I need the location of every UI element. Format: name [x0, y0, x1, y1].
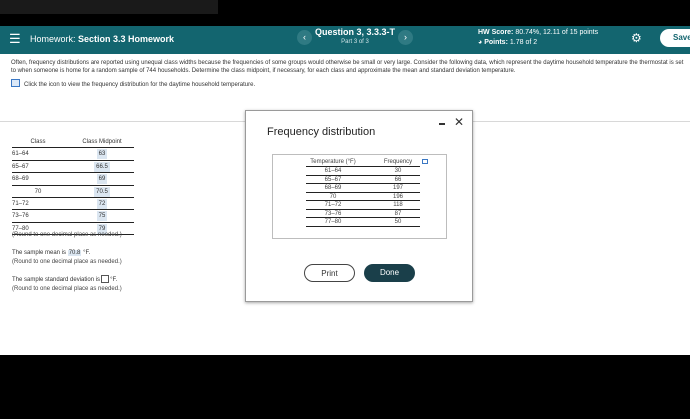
frequency-link-text: Click the icon to view the frequency dis… [24, 82, 256, 88]
gear-icon[interactable]: ⚙ [631, 31, 642, 45]
frequency-dialog: Frequency distribution ✕ Temperature (°F… [245, 110, 473, 302]
table-icon[interactable] [11, 79, 20, 87]
points-value: 1.78 of 2 [509, 39, 538, 46]
class-cell: 71–72 [12, 200, 29, 207]
class-header: Class [30, 139, 46, 145]
sd-prefix: The sample standard deviation is [12, 277, 101, 283]
table-row: 65–67 66 [306, 176, 420, 184]
question-label: Question 3, 3.3.3-T [315, 27, 396, 37]
frequency-cell: 30 [394, 168, 402, 174]
score-value: 80.74%, 12.11 of 15 points [515, 29, 599, 36]
table-row: 77–80 50 [306, 218, 420, 227]
temperature-cell: 65–67 [324, 176, 342, 183]
table-row: 73–76 75 [12, 210, 134, 223]
frequency-header: Frequency [383, 159, 413, 165]
points-label: Points: [484, 39, 508, 46]
mean-round-note: (Round to one decimal place as needed.) [12, 259, 122, 265]
points-icon: ◕ [478, 39, 483, 46]
top-strip [0, 0, 218, 14]
frequency-table-frame: Temperature (°F) Frequency 61–64 30 65–67… [272, 154, 447, 239]
temperature-cell: 73–76 [324, 210, 342, 217]
class-cell: 70 [34, 188, 42, 195]
prev-question-button[interactable]: ‹ [297, 30, 312, 45]
copy-icon[interactable] [422, 159, 428, 164]
question-text: Often, frequency distributions are repor… [11, 60, 684, 74]
homework-title: Homework: Section 3.3 Homework [30, 33, 174, 45]
part-label: Part 3 of 3 [341, 39, 369, 45]
class-cell: 65–67 [12, 163, 29, 170]
table-row: 73–76 87 [306, 210, 420, 218]
frequency-cell: 50 [394, 219, 402, 225]
frequency-cell: 66 [394, 176, 402, 183]
midpoint-answer[interactable]: 66.5 [94, 161, 110, 172]
sd-answer-input[interactable] [101, 275, 110, 283]
class-cell: 61–64 [12, 151, 29, 158]
next-question-button[interactable]: › [398, 30, 413, 45]
mean-statement: The sample mean is 70.8 °F. [12, 249, 90, 257]
frequency-cell: 118 [393, 202, 403, 208]
table-row: 71–72 118 [306, 201, 420, 210]
frequency-cell: 197 [392, 185, 403, 191]
temperature-cell: 68–69 [324, 185, 342, 191]
homework-prefix: Homework: [30, 34, 76, 44]
sd-statement: The sample standard deviation is °F. [12, 275, 117, 284]
frequency-table: Temperature (°F) Frequency 61–64 30 65–67… [306, 157, 420, 227]
table-row: 65–67 66.5 [12, 161, 134, 174]
table-row: 61–64 30 [306, 167, 420, 176]
frequency-header-row: Temperature (°F) Frequency [306, 157, 420, 167]
score-label: HW Score: [478, 29, 514, 36]
midpoint-answer[interactable]: 63 [96, 149, 108, 160]
temperature-cell: 77–80 [324, 219, 342, 225]
mean-unit: °F. [83, 250, 91, 256]
done-button[interactable]: Done [364, 264, 415, 282]
midpoint-answer[interactable]: 69 [96, 174, 108, 185]
table-row: 71–72 72 [12, 198, 134, 211]
mean-prefix: The sample mean is [12, 250, 67, 256]
frequency-cell: 196 [392, 193, 403, 200]
table-row: 61–64 63 [12, 148, 134, 161]
midpoint-answer[interactable]: 75 [96, 211, 108, 222]
menu-icon[interactable]: ☰ [9, 31, 21, 47]
dialog-title: Frequency distribution [267, 126, 376, 138]
mean-answer[interactable]: 70.8 [67, 250, 82, 256]
table-header-row: Class Class Midpoint [12, 136, 134, 149]
temperature-cell: 70 [329, 193, 337, 200]
class-cell: 68–69 [12, 176, 29, 183]
question-indicator: Question 3, 3.3.3-T Part 3 of 3 [315, 27, 395, 46]
table-row: 70 196 [306, 193, 420, 201]
header-bar: ☰ Homework: Section 3.3 Homework ‹ Quest… [0, 26, 690, 54]
table-row: 68–69 69 [12, 173, 134, 186]
minimize-icon[interactable] [439, 123, 445, 125]
frequency-link[interactable]: Click the icon to view the frequency dis… [11, 79, 255, 89]
frequency-cell: 87 [394, 210, 402, 217]
temperature-cell: 71–72 [324, 202, 342, 208]
midpoint-header: Class Midpoint [82, 139, 122, 145]
print-button[interactable]: Print [304, 264, 355, 282]
close-icon[interactable]: ✕ [454, 115, 464, 129]
table-row: 70 70.5 [12, 186, 134, 198]
sd-unit: °F. [110, 277, 118, 283]
sd-round-note: (Round to one decimal place as needed.) [12, 286, 122, 292]
table-round-note: (Round to one decimal place as needed.) [12, 232, 122, 238]
temperature-cell: 61–64 [324, 168, 342, 174]
midpoint-answer[interactable]: 70.5 [94, 186, 110, 197]
score-panel: HW Score: 80.74%, 12.11 of 15 points ◕ P… [478, 28, 598, 48]
save-button[interactable]: Save [660, 29, 690, 47]
homework-name: Section 3.3 Homework [78, 34, 175, 44]
midpoint-answer[interactable]: 72 [96, 198, 108, 209]
class-cell: 73–76 [12, 213, 29, 220]
table-row: 68–69 197 [306, 184, 420, 193]
temperature-header: Temperature (°F) [310, 159, 356, 165]
class-midpoint-table: Class Class Midpoint 61–64 63 65–67 66.5 6… [12, 136, 134, 236]
